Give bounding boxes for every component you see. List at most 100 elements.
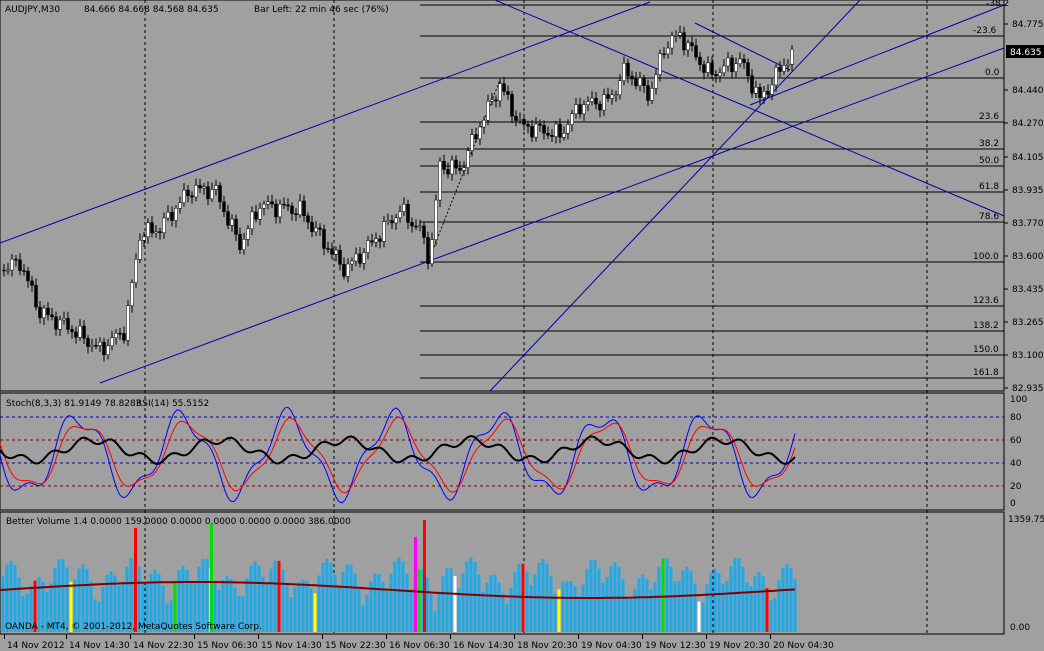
copyright-label: OANDA - MT4, © 2001-2012, MetaQuotes Sof… [5,622,262,632]
volume-bar [389,573,393,632]
candle-body [266,201,270,205]
candle-body [322,229,326,249]
candle-body [650,88,654,101]
candle-body [178,202,182,209]
candle-body [354,253,358,262]
candle-body [638,77,642,87]
candle-body [66,318,70,330]
volume-bar [281,569,285,632]
candle-body [470,134,474,151]
volume-axis-bottom: 0.00 [1010,623,1030,633]
volume-bar [433,611,437,632]
fib-label: 38.2 [979,139,999,149]
volume-bar [273,560,277,632]
volume-bar [777,580,781,632]
time-label: 15 Nov 14:30 [261,641,322,651]
volume-bar [665,558,669,632]
candle-body [106,345,110,355]
volume-bar [749,586,753,632]
volume-bar [641,574,645,632]
volume-bar [593,560,597,632]
candle-body [186,189,190,196]
chart-window[interactable]: -23.6 0.0 23.6 38.2 50.0 61.8 78.6 100.0 123.6 13… [0,0,1044,651]
candle-body [550,135,554,137]
candle-body [370,240,374,243]
candle-body [726,57,730,67]
volume-bar [725,581,729,632]
volume-bar [373,573,377,632]
volume-bar [609,566,613,632]
volume-bar [509,587,513,632]
volume-bar [757,572,761,632]
volume-bar [657,566,661,632]
volume-title: Better Volume 1.4 0.0000 159.0000 0.0000… [6,517,351,527]
price-label: 83.265 [1012,318,1044,328]
volume-bar [517,563,521,632]
volume-bar [621,579,625,632]
time-label: 18 Nov 20:30 [517,641,578,651]
candle-body [26,270,30,282]
volume-bar [357,588,361,632]
stoch-axis-label: 0 [1010,499,1016,509]
candle-body [214,185,218,190]
volume-bar [617,566,621,632]
volume-bar [317,575,321,632]
volume-bar [669,567,673,632]
candle-body [546,132,550,136]
candle-body [554,123,558,137]
volume-bar [561,581,565,632]
candle-body [634,78,638,87]
candle-body [678,32,682,36]
candle-body [522,119,526,125]
volume-bar [589,560,593,632]
candle-body [478,126,482,140]
volume-bar [513,572,517,632]
candle-body [690,42,694,46]
candle-body [150,222,154,234]
price-label: 84.270 [1012,119,1044,129]
candle-body [438,160,442,201]
candle-body [518,119,522,121]
stochastic-panel[interactable] [0,392,1005,511]
candle-body [330,248,334,255]
candle-body [390,220,394,224]
candle-body [274,203,278,218]
candle-body [782,65,786,72]
candle-body [254,211,258,220]
candle-body [202,186,206,189]
candle-body [702,64,706,73]
candle-body [302,200,306,217]
fib-label: 123.6 [973,296,999,306]
volume-bar [377,574,381,632]
candle-body [614,94,618,97]
volume-bar [737,558,741,632]
candle-body [222,201,226,212]
volume-bar [649,589,653,632]
candle-body [574,104,578,114]
candle-body [594,97,598,105]
volume-bar [349,564,353,632]
fib-label: 61.8 [979,182,999,192]
candle-body [490,99,494,102]
main-price-panel[interactable] [0,0,1005,392]
candle-body [126,305,130,341]
candle-body [570,113,574,125]
fib-label: -23.6 [973,26,997,36]
candle-body [326,248,330,250]
candle-body [234,218,238,235]
candle-body [82,325,86,339]
candle-body [230,218,234,226]
candle-body [54,316,58,330]
volume-bar [129,558,133,632]
candle-body [50,314,54,318]
volume-bar [761,576,765,632]
candle-body [350,260,354,265]
volume-bar [673,581,677,632]
candle-body [62,318,66,321]
volume-bar [741,567,745,632]
volume-bar [305,580,309,632]
volume-bar [553,594,557,632]
candle-body [410,222,414,227]
volume-bar [265,582,269,632]
symbol-label: AUDJPY,M30 [5,5,60,15]
